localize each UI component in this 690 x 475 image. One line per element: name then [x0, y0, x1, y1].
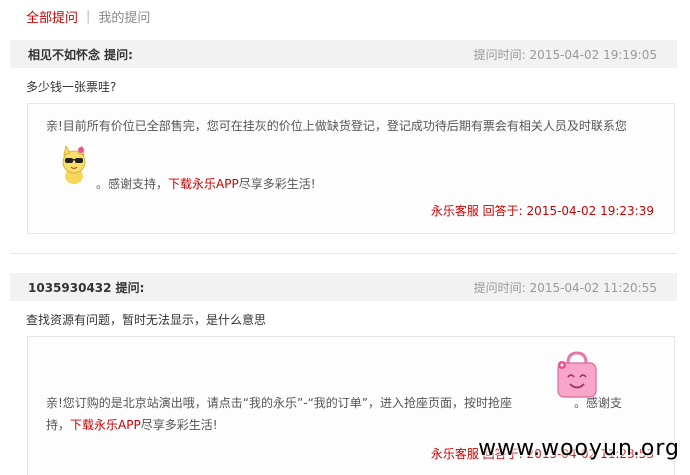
question-time: 提问时间: 2015-04-02 11:20:55: [474, 279, 657, 296]
answer-text-prefix: 亲!您订购的是北京站演出哦，请点击“我的永乐”-“我的订单”，进入抢座页面，按时…: [46, 396, 513, 410]
question-header: 相见不如怀念 提问: 提问时间: 2015-04-02 19:19:05: [10, 40, 677, 68]
divider: [10, 253, 677, 254]
download-app-link[interactable]: 下载永乐APP: [70, 418, 141, 432]
question-text: 查找资源有问题，暂时无法显示，是什么意思: [26, 313, 267, 327]
download-app-link[interactable]: 下载永乐APP: [168, 177, 239, 191]
question-user: 相见不如怀念 提问:: [28, 47, 133, 62]
answer-box: 亲!目前所有价位已全部售完，您可在挂灰的价位上做缺货登记，登记成功待后期有票会有…: [27, 103, 675, 234]
responder-label: 永乐客服 回答于:: [430, 204, 523, 218]
tab-my-questions[interactable]: 我的提问: [98, 7, 150, 26]
question-time-value: 2015-04-02 11:20:55: [529, 280, 657, 295]
answer-footer: 永乐客服 回答于: 2015-04-02 19:23:39: [431, 202, 654, 219]
question-tabs: 全部提问 | 我的提问: [26, 6, 150, 26]
question-header: 1035930432 提问: 提问时间: 2015-04-02 11:20:55: [10, 273, 677, 301]
reply-time: 2015-04-02 19:23:39: [526, 204, 654, 218]
question-time-label: 提问时间:: [473, 280, 526, 295]
answer-text-line2: 持，下载永乐APP尽享多彩生活!: [46, 415, 218, 435]
answer-text: 亲!您订购的是北京站演出哦，请点击“我的永乐”-“我的订单”，进入抢座页面，按时…: [46, 393, 622, 413]
answer-text: 亲!目前所有价位已全部售完，您可在挂灰的价位上做缺货登记，登记成功待后期有票会有…: [46, 119, 627, 133]
answer-text-prefix: 持，: [46, 418, 71, 432]
answer-text-suffix: 尽享多彩生活!: [238, 177, 316, 191]
cat-sunglasses-emoticon-icon: [62, 146, 86, 184]
answer-text-suffix: 尽享多彩生活!: [140, 418, 218, 432]
answer-text-suffix: 。感谢支: [574, 396, 623, 410]
question-text: 多少钱一张票哇?: [26, 80, 117, 94]
watermark: www.wooyun.org: [478, 436, 680, 461]
question-time-label: 提问时间:: [473, 47, 526, 62]
answer-text-line2: 。感谢支持，下载永乐APP尽享多彩生活!: [96, 174, 316, 194]
tab-all-questions[interactable]: 全部提问: [26, 7, 78, 26]
answer-text-prefix: 。感谢支持，: [96, 177, 169, 191]
question-time: 提问时间: 2015-04-02 19:19:05: [474, 46, 657, 63]
smiling-bag-emoticon-icon: [557, 351, 597, 398]
tab-separator: |: [86, 8, 91, 24]
question-user: 1035930432 提问:: [28, 280, 145, 295]
question-time-value: 2015-04-02 19:19:05: [529, 47, 657, 62]
